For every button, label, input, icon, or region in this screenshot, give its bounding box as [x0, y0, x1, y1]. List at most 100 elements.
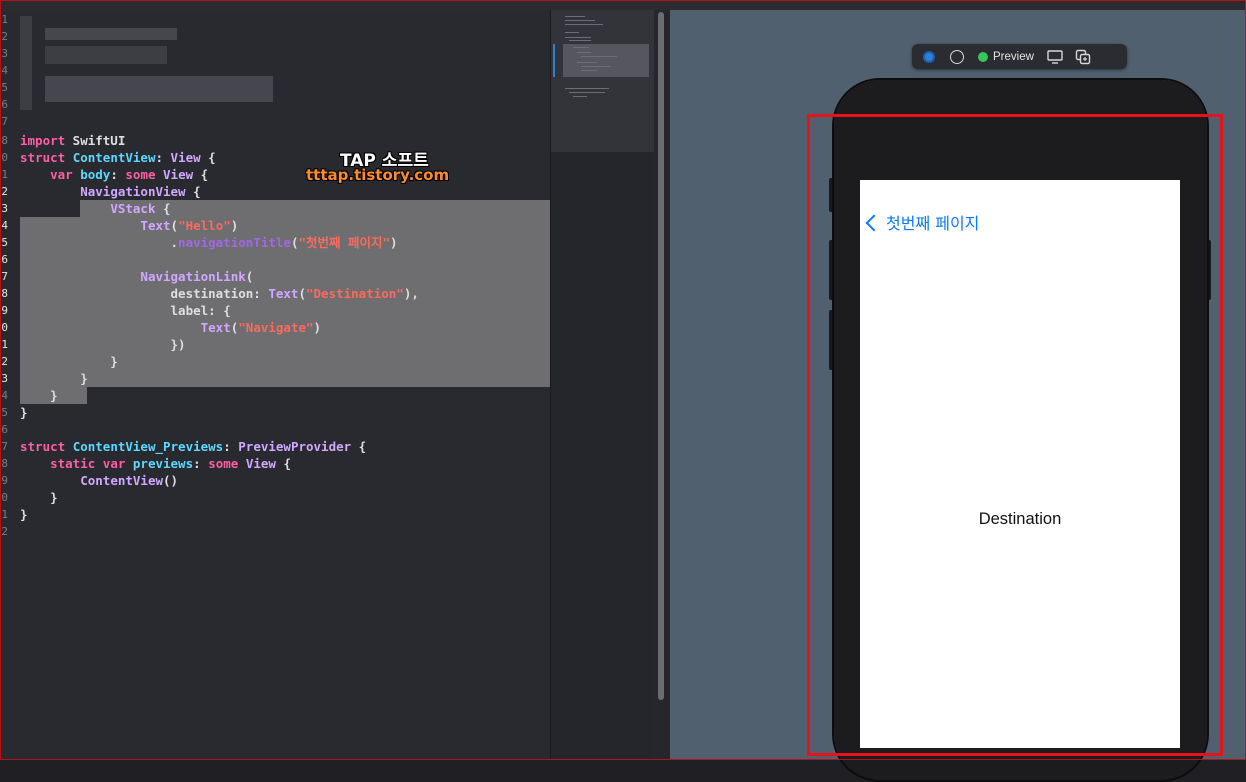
code-token: navigationTitle — [178, 235, 291, 250]
code-line[interactable]: VStack { — [20, 200, 171, 217]
code-editor[interactable]: 1 2 3 4 5 6 7 8 0 1 2 3 4 5 6 7 8 9 0 1 2 3 4 5 6 7 8 9 0 1 2 import S… — [0, 10, 550, 760]
line-number: 5 — [1, 406, 8, 419]
duplicate-preview-button[interactable] — [1072, 46, 1094, 68]
code-line[interactable]: struct ContentView: View { — [20, 149, 216, 166]
code-line[interactable]: } — [20, 353, 118, 370]
code-line[interactable]: }) — [20, 336, 186, 353]
minimap-line — [573, 96, 587, 97]
line-number: 3 — [1, 47, 8, 60]
line-number: 0 — [1, 321, 8, 334]
live-preview-icon — [923, 50, 935, 63]
line-number: 5 — [1, 81, 8, 94]
code-line[interactable]: ContentView() — [20, 472, 178, 489]
code-token: some — [208, 456, 239, 471]
code-token: var — [102, 456, 126, 471]
code-line[interactable]: destination: Text("Destination"), — [20, 285, 419, 302]
blurred-text — [45, 76, 273, 102]
selectable-mode-button[interactable] — [946, 46, 968, 68]
code-token: Text — [140, 218, 171, 233]
blurred-header-comment — [20, 16, 32, 110]
line-number: 4 — [1, 389, 8, 402]
editor-scrollbar-thumb[interactable] — [658, 12, 664, 700]
code-token: { — [193, 167, 209, 182]
code-token: ), — [403, 286, 419, 301]
line-number: 4 — [1, 64, 8, 77]
code-line[interactable]: } — [20, 370, 88, 387]
code-line[interactable]: NavigationLink( — [20, 268, 253, 285]
line-number: 5 — [1, 236, 8, 249]
display-icon — [1047, 49, 1063, 64]
code-token: } — [20, 371, 88, 386]
line-number: 4 — [1, 219, 8, 232]
code-token: "Navigate" — [238, 320, 314, 335]
code-token: ContentView — [72, 150, 156, 165]
minimap-change-bar — [553, 44, 555, 77]
selectable-mode-icon — [950, 49, 964, 64]
code-line[interactable]: label: { — [20, 302, 231, 319]
code-line[interactable]: Text("Navigate") — [20, 319, 321, 336]
code-token: : — [193, 456, 209, 471]
code-token: View — [170, 150, 201, 165]
code-line[interactable]: static var previews: some View { — [20, 455, 291, 472]
code-token: { — [275, 456, 291, 471]
code-line[interactable]: } — [20, 506, 28, 523]
line-number: 8 — [1, 134, 8, 147]
line-number: 2 — [1, 525, 8, 538]
code-token: : — [223, 439, 239, 454]
code-token: } — [20, 388, 58, 403]
code-token: ) — [313, 320, 322, 335]
code-token: ( — [245, 269, 254, 284]
live-preview-button[interactable] — [918, 46, 940, 68]
code-token: Text — [200, 320, 231, 335]
line-number: 7 — [1, 270, 8, 283]
minimap-line — [565, 20, 595, 21]
code-token: } — [20, 507, 28, 522]
code-token: import — [20, 133, 66, 148]
code-line[interactable]: import SwiftUI — [20, 132, 125, 149]
code-line[interactable]: } — [20, 489, 58, 506]
code-token: static — [50, 456, 96, 471]
code-token: destination: — [20, 286, 269, 301]
code-token: SwiftUI — [65, 133, 126, 148]
minimap-line — [569, 40, 591, 41]
code-token: some — [125, 167, 156, 182]
device-settings-button[interactable] — [1044, 46, 1066, 68]
code-token: "Hello" — [178, 218, 231, 233]
line-number: 1 — [1, 168, 8, 181]
line-number: 8 — [1, 287, 8, 300]
code-line[interactable]: } — [20, 387, 58, 404]
preview-status[interactable]: Preview — [974, 46, 1038, 68]
minimap-line — [581, 56, 617, 57]
code-token: ( — [170, 218, 179, 233]
blurred-text — [45, 28, 177, 40]
code-token: { — [185, 184, 201, 199]
code-token: } — [20, 490, 58, 505]
code-line[interactable]: var body: some View { — [20, 166, 208, 183]
line-number: 6 — [1, 423, 8, 436]
code-line[interactable]: struct ContentView_Previews: PreviewProv… — [20, 438, 366, 455]
code-token: ContentView_Previews — [72, 439, 224, 454]
minimap-line — [577, 62, 597, 63]
code-token: var — [50, 167, 73, 182]
code-token: "첫번째 페이지" — [298, 235, 391, 250]
code-line[interactable]: Text("Hello") — [20, 217, 238, 234]
minimap-selection — [563, 44, 649, 77]
code-line[interactable]: NavigationView { — [20, 183, 201, 200]
line-number: 6 — [1, 98, 8, 111]
line-number: 0 — [1, 151, 8, 164]
code-line[interactable]: } — [20, 404, 28, 421]
line-number: 3 — [1, 372, 8, 385]
code-token: { — [155, 201, 171, 216]
line-number: 0 — [1, 491, 8, 504]
code-token: . — [20, 235, 179, 250]
minimap[interactable] — [550, 10, 655, 760]
line-number: 9 — [1, 474, 8, 487]
code-line[interactable]: .navigationTitle("첫번째 페이지") — [20, 234, 398, 251]
status-dot-icon — [978, 51, 988, 62]
